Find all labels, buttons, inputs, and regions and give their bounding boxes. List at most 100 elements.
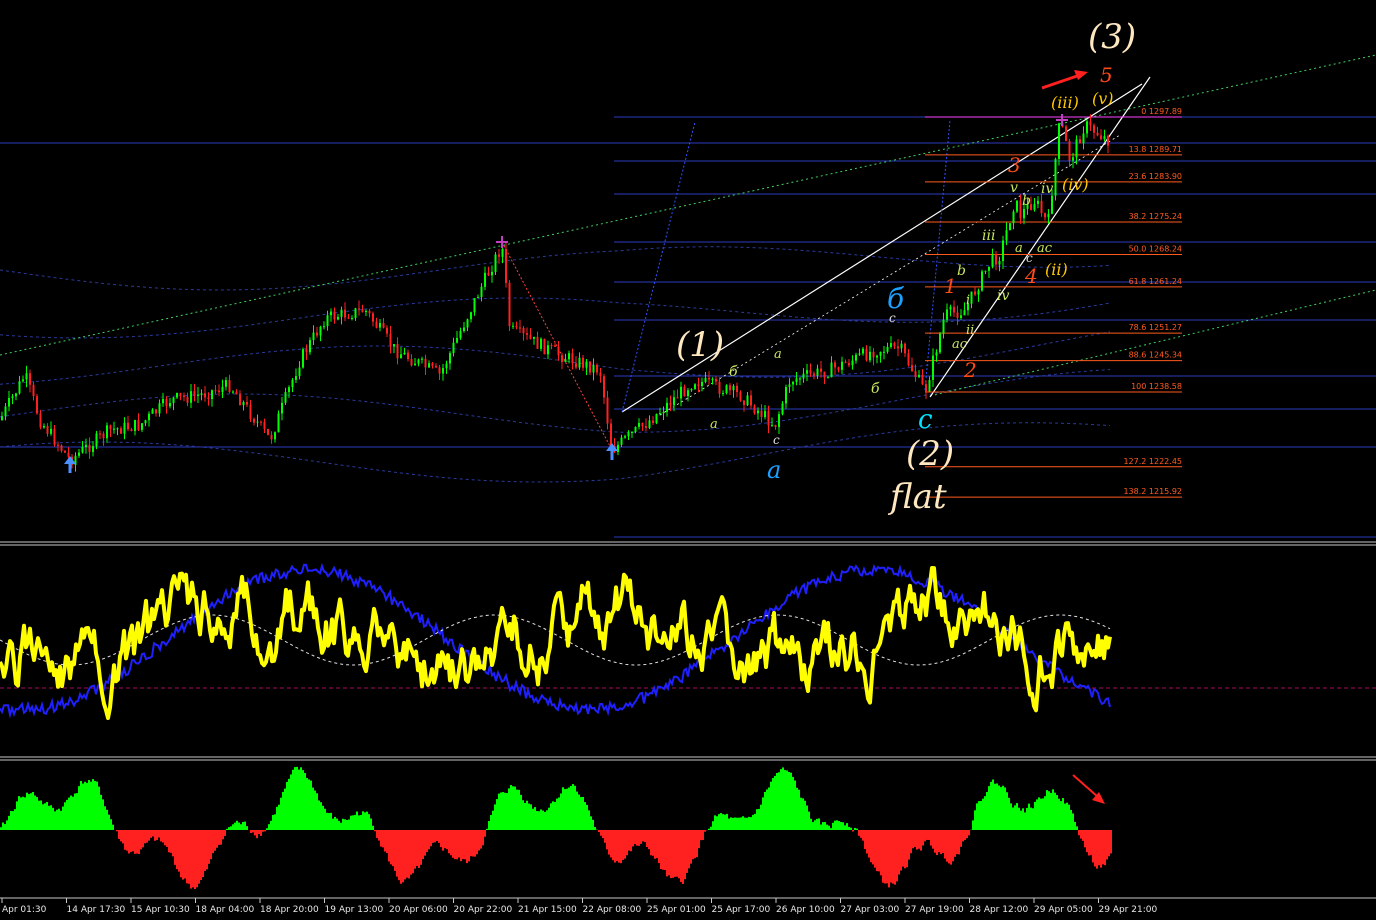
candle-body [190,391,192,403]
histogram-bar [110,819,112,830]
candle-body [596,364,598,373]
candle-body [242,402,245,406]
histogram-bar [1066,802,1068,830]
small-label-b2: б [871,381,880,397]
candle-body [809,370,812,374]
histogram-bar [1086,830,1088,853]
histogram-bar [696,830,698,858]
histogram-bar [870,830,872,863]
histogram-bar [862,830,864,841]
histogram-bar [616,830,618,862]
histogram-bar [836,820,838,830]
histogram-bar [922,830,924,846]
histogram-bar [70,795,72,830]
candle-body [886,346,889,352]
candle-body [109,425,112,430]
candle-body [4,406,7,417]
histogram-bar [714,815,716,830]
candle-body [669,402,672,406]
histogram-bar [150,830,152,838]
histogram-bar [128,830,130,854]
candle-body [869,351,871,361]
histogram-bar [470,830,472,857]
candle-body [701,381,703,386]
candle-body [403,352,406,355]
histogram-bar [888,830,890,888]
candle-body [60,445,63,451]
candle-body [253,418,255,423]
candle-body [568,353,570,360]
histogram-bar [218,830,220,845]
histogram-bar [276,806,278,830]
histogram-bar [992,779,994,830]
candle-body [312,332,315,341]
candle-body [876,355,878,358]
histogram-bar [900,830,902,871]
candle-body [484,272,486,287]
candle-body [718,381,721,394]
small-label-c3: c [1026,251,1033,265]
histogram-bar [222,830,224,840]
histogram-bar [856,828,858,830]
histogram-bar [1008,797,1010,830]
candle-body [645,426,647,428]
histogram-bar [206,830,208,870]
histogram-bar [80,780,82,830]
candle-body [1009,223,1011,231]
histogram-bar [934,830,936,853]
histogram-bar [198,830,200,884]
time-label-10: 25 Apr 01:00 [647,905,706,915]
histogram-bar [174,830,176,865]
histogram-bar [502,792,504,830]
candle-body [862,348,864,354]
histogram-bar [492,810,494,830]
histogram-bar [58,808,60,830]
candle-body [694,384,696,389]
candle-body [1033,203,1036,210]
histogram-bar [800,797,802,830]
histogram-bar [164,830,166,846]
histogram-bar [1096,830,1098,869]
histogram-bar [642,830,644,842]
candle-body [291,379,294,388]
candle-body [477,297,479,299]
histogram-bar [270,820,272,830]
time-label-16: 29 Apr 05:00 [1034,905,1093,915]
histogram-bar [452,830,454,858]
candle-body [407,352,409,360]
histogram-bar [274,814,276,830]
histogram-bar [220,830,222,845]
candle-body [389,333,392,347]
histogram-bar [250,830,252,833]
histogram-bar [366,811,368,830]
time-label-2: 15 Apr 10:30 [131,905,190,915]
histogram-bar [120,830,122,842]
histogram-bar [536,811,538,830]
fib-level-label-10: 138.2 1215.92 [1123,487,1182,496]
candle-body [78,452,80,456]
histogram-bar [488,821,490,830]
histogram-bar [1036,799,1038,830]
histogram-bar [1048,791,1050,830]
fib-level-label-2: 23.6 1283.90 [1129,172,1182,181]
time-label-15: 28 Apr 12:00 [970,905,1029,915]
candle-body [942,319,945,334]
histogram-bar [34,795,36,830]
histogram-bar [982,798,984,830]
small-label-ac1: ac [952,337,968,352]
candle-body [589,361,591,373]
candle-body [211,390,213,400]
fractal-arrow-stem-1 [610,450,614,460]
candle-body [848,362,850,366]
candle-body [928,379,931,392]
histogram-bar [420,830,422,865]
histogram-bar [1072,813,1074,830]
histogram-bar [294,767,296,830]
histogram-bar [920,830,922,851]
histogram-bar [88,779,90,830]
candle-body [1096,132,1099,136]
histogram-bar [354,814,356,830]
histogram-bar [516,789,518,830]
fib-level-label-6: 78.6 1251.27 [1129,323,1182,332]
histogram-bar [824,821,826,830]
